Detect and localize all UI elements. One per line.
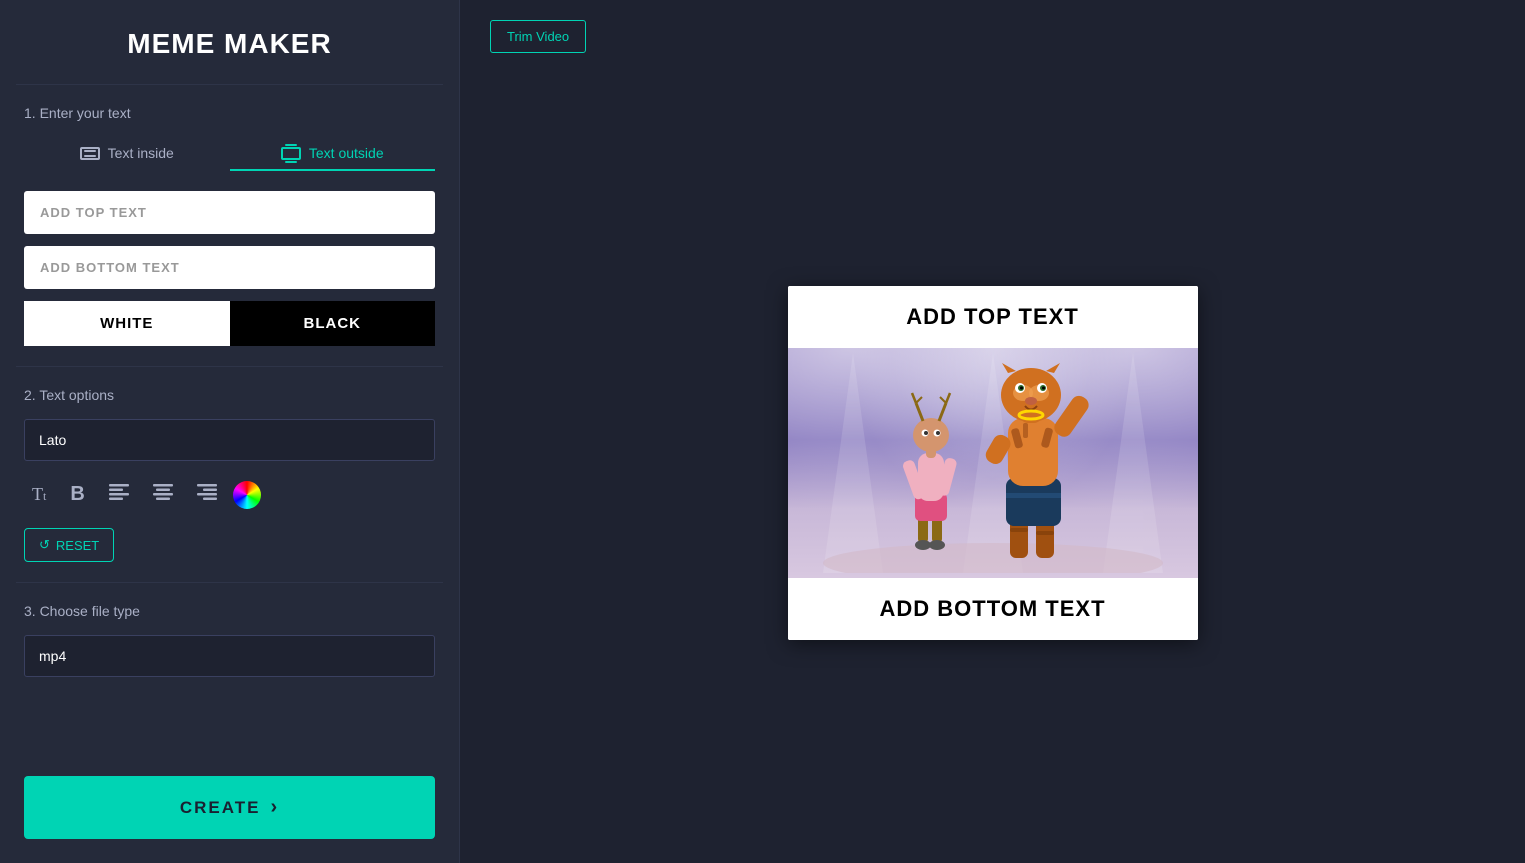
meme-image-area [788,348,1198,578]
font-select[interactable]: Lato Arial Impact Georgia [24,419,435,461]
align-center-icon [153,484,173,505]
top-text-input[interactable] [24,191,435,234]
meme-bottom-text: ADD BOTTOM TEXT [788,578,1198,640]
reset-button[interactable]: ↺ RESET [24,528,114,562]
color-picker-button[interactable] [233,481,261,509]
tab-text-outside[interactable]: Text outside [230,137,436,171]
align-right-button[interactable] [189,478,225,511]
file-type-select[interactable]: mp4 gif jpg png [24,635,435,677]
right-panel: Trim Video ADD TOP TEXT [460,0,1525,863]
meme-preview: ADD TOP TEXT [788,286,1198,640]
bold-button[interactable]: B [62,477,92,512]
meme-preview-area: ADD TOP TEXT [490,83,1495,843]
create-arrow-icon: › [270,796,279,819]
tt-icon: Tt [32,484,46,505]
tab-text-inside-label: Text inside [108,145,174,161]
left-panel: MEME MAKER 1. Enter your text Text insid… [0,0,460,863]
tab-text-outside-label: Text outside [309,145,384,161]
reset-label: RESET [56,538,99,553]
text-inside-icon [80,147,100,160]
text-outside-icon [281,147,301,160]
reset-icon: ↺ [39,537,50,553]
black-button[interactable]: BLACK [230,301,436,346]
white-button[interactable]: WHITE [24,301,230,346]
create-button[interactable]: CREATE › [24,776,435,839]
align-center-button[interactable] [145,478,181,511]
tab-text-inside[interactable]: Text inside [24,137,230,171]
step2-title: 2. Text options [24,387,435,403]
bottom-text-input[interactable] [24,246,435,289]
align-right-icon [197,484,217,505]
section-step2: 2. Text options Lato Arial Impact Georgi… [0,367,459,582]
color-selector: WHITE BLACK [24,301,435,346]
text-mode-tabs: Text inside Text outside [24,137,435,171]
font-size-button[interactable]: Tt [24,478,54,511]
align-left-button[interactable] [101,478,137,511]
meme-top-text: ADD TOP TEXT [788,286,1198,348]
characters-svg [803,353,1183,573]
bold-icon: B [70,483,84,506]
section-step3: 3. Choose file type mp4 gif jpg png [0,583,459,697]
align-left-icon [109,484,129,505]
trim-video-button[interactable]: Trim Video [490,20,586,53]
text-format-toolbar: Tt B [24,477,435,512]
app-title: MEME MAKER [0,0,459,84]
section-step1: 1. Enter your text Text inside Text outs… [0,85,459,366]
step1-title: 1. Enter your text [24,105,435,121]
step3-title: 3. Choose file type [24,603,435,619]
create-label: CREATE [180,798,261,818]
